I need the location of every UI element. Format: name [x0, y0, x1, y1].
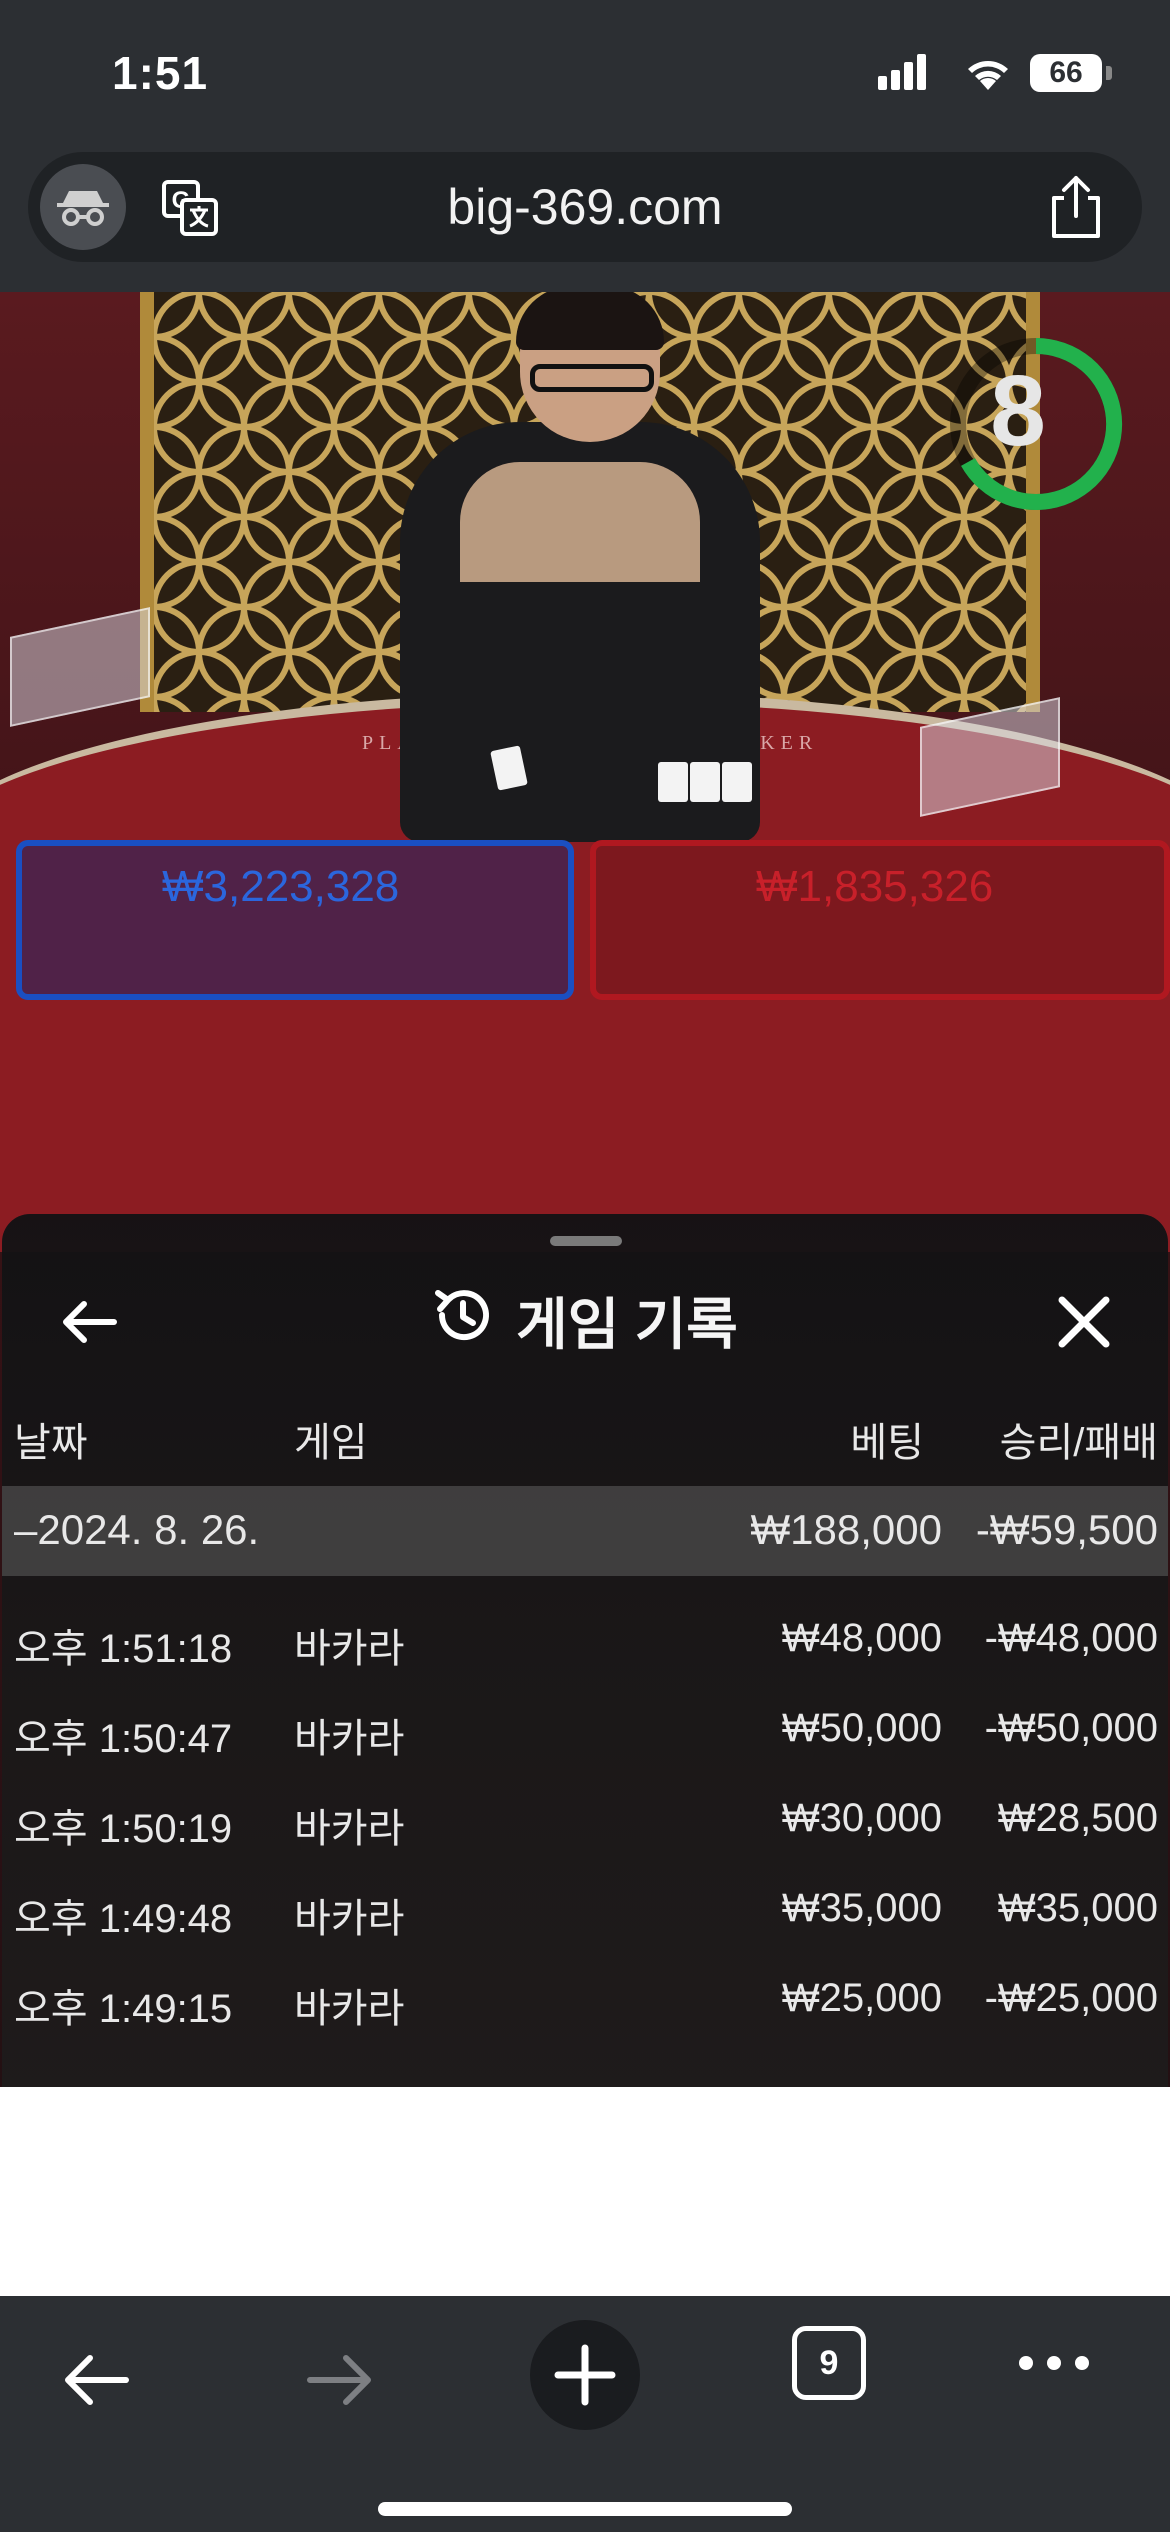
row-bet: ₩35,000: [781, 1886, 942, 1930]
history-icon: [435, 1289, 490, 1340]
battery-nub: [1106, 66, 1112, 80]
summary-win-loss: -₩59,500: [975, 1506, 1158, 1553]
row-win-loss: ₩28,500: [997, 1796, 1158, 1840]
game-history-panel: 게임 기록 날짜 게임 베팅 승리/패배 –2024. 8. 26. ₩188,…: [2, 1214, 1168, 2087]
live-video: PLAYER BANKER 8 ₩3,223,328 ₩1,835,326 게임…: [0, 292, 1170, 2087]
countdown-number: 8: [990, 355, 1046, 467]
table-row[interactable]: 오후 1:49:15 바카라 ₩25,000 -₩25,000: [2, 1956, 1168, 2046]
url-text[interactable]: big-369.com: [28, 178, 1142, 236]
dealer-glasses: [530, 364, 654, 392]
more-icon[interactable]: [1016, 2348, 1092, 2378]
row-bet: ₩30,000: [781, 1796, 942, 1840]
table-header: 날짜 게임 베팅 승리/패배: [2, 1410, 1168, 1476]
browser-back-icon[interactable]: [56, 2340, 136, 2420]
card: [690, 762, 720, 802]
drag-handle[interactable]: [550, 1236, 622, 1246]
row-time: 오후 1:49:15: [14, 1987, 233, 2031]
table-row[interactable]: 오후 1:50:47 바카라 ₩50,000 -₩50,000: [2, 1686, 1168, 1776]
card: [658, 762, 688, 802]
forward-arrow-icon[interactable]: [300, 2340, 380, 2420]
row-game: 바카라: [294, 1897, 405, 1941]
date-summary-row[interactable]: –2024. 8. 26. ₩188,000 -₩59,500: [2, 1486, 1168, 1576]
header-win-loss: 승리/패배: [999, 1421, 1158, 1465]
row-game: 바카라: [294, 1717, 405, 1761]
header-date: 날짜: [14, 1421, 88, 1465]
browser-top-bar: 1:51 66 G big-369.com: [0, 0, 1170, 292]
dealer-vest: [460, 462, 700, 582]
browser-bottom-bar: 9: [0, 2296, 1170, 2532]
row-bet: ₩48,000: [781, 1616, 942, 1660]
table-row[interactable]: 오후 1:49:48 바카라 ₩35,000 ₩35,000: [2, 1866, 1168, 1956]
table-row[interactable]: 오후 1:50:19 바카라 ₩30,000 ₩28,500: [2, 1776, 1168, 1866]
row-bet: ₩25,000: [781, 1976, 942, 2020]
panel-title-text: 게임 기록: [516, 1293, 738, 1356]
close-icon[interactable]: [1048, 1286, 1120, 1358]
header-bet: 베팅: [850, 1421, 924, 1465]
row-win-loss: ₩35,000: [997, 1886, 1158, 1930]
row-win-loss: -₩25,000: [984, 1976, 1158, 2020]
row-game: 바카라: [294, 1807, 405, 1851]
row-time: 오후 1:50:19: [14, 1807, 233, 1851]
card-shoe-left: [10, 607, 150, 727]
share-icon[interactable]: [1046, 174, 1106, 240]
player-bet-box[interactable]: ₩3,223,328: [16, 840, 574, 1000]
row-bet: ₩50,000: [781, 1706, 942, 1750]
summary-date: –2024. 8. 26.: [14, 1506, 260, 1553]
panel-title: 게임 기록: [2, 1280, 1168, 1361]
url-bar[interactable]: G big-369.com: [28, 152, 1142, 262]
plus-icon: [554, 2344, 616, 2406]
tabs-icon[interactable]: 9: [792, 2326, 866, 2400]
row-game: 바카라: [294, 1627, 405, 1671]
status-icons: 66: [870, 48, 1170, 98]
battery-indicator: 66: [1030, 54, 1102, 92]
home-indicator[interactable]: [378, 2502, 792, 2516]
dealer-hair: [516, 292, 664, 350]
row-time: 오후 1:49:48: [14, 1897, 233, 1941]
summary-bet: ₩188,000: [750, 1506, 942, 1553]
row-time: 오후 1:51:18: [14, 1627, 233, 1671]
row-win-loss: -₩48,000: [984, 1616, 1158, 1660]
header-game: 게임: [294, 1421, 368, 1465]
status-time: 1:51: [112, 47, 209, 99]
table-row[interactable]: 오후 1:51:18 바카라 ₩48,000 -₩48,000: [2, 1596, 1168, 1686]
player-bet-amount: ₩3,223,328: [162, 862, 400, 911]
row-game: 바카라: [294, 1987, 405, 2031]
new-tab-button[interactable]: [530, 2320, 640, 2430]
banker-bet-amount: ₩1,835,326: [756, 862, 994, 911]
wifi-icon: [968, 61, 1008, 90]
row-time: 오후 1:50:47: [14, 1717, 233, 1761]
card: [722, 762, 752, 802]
banker-bet-box[interactable]: ₩1,835,326: [590, 840, 1170, 1000]
row-win-loss: -₩50,000: [984, 1706, 1158, 1750]
